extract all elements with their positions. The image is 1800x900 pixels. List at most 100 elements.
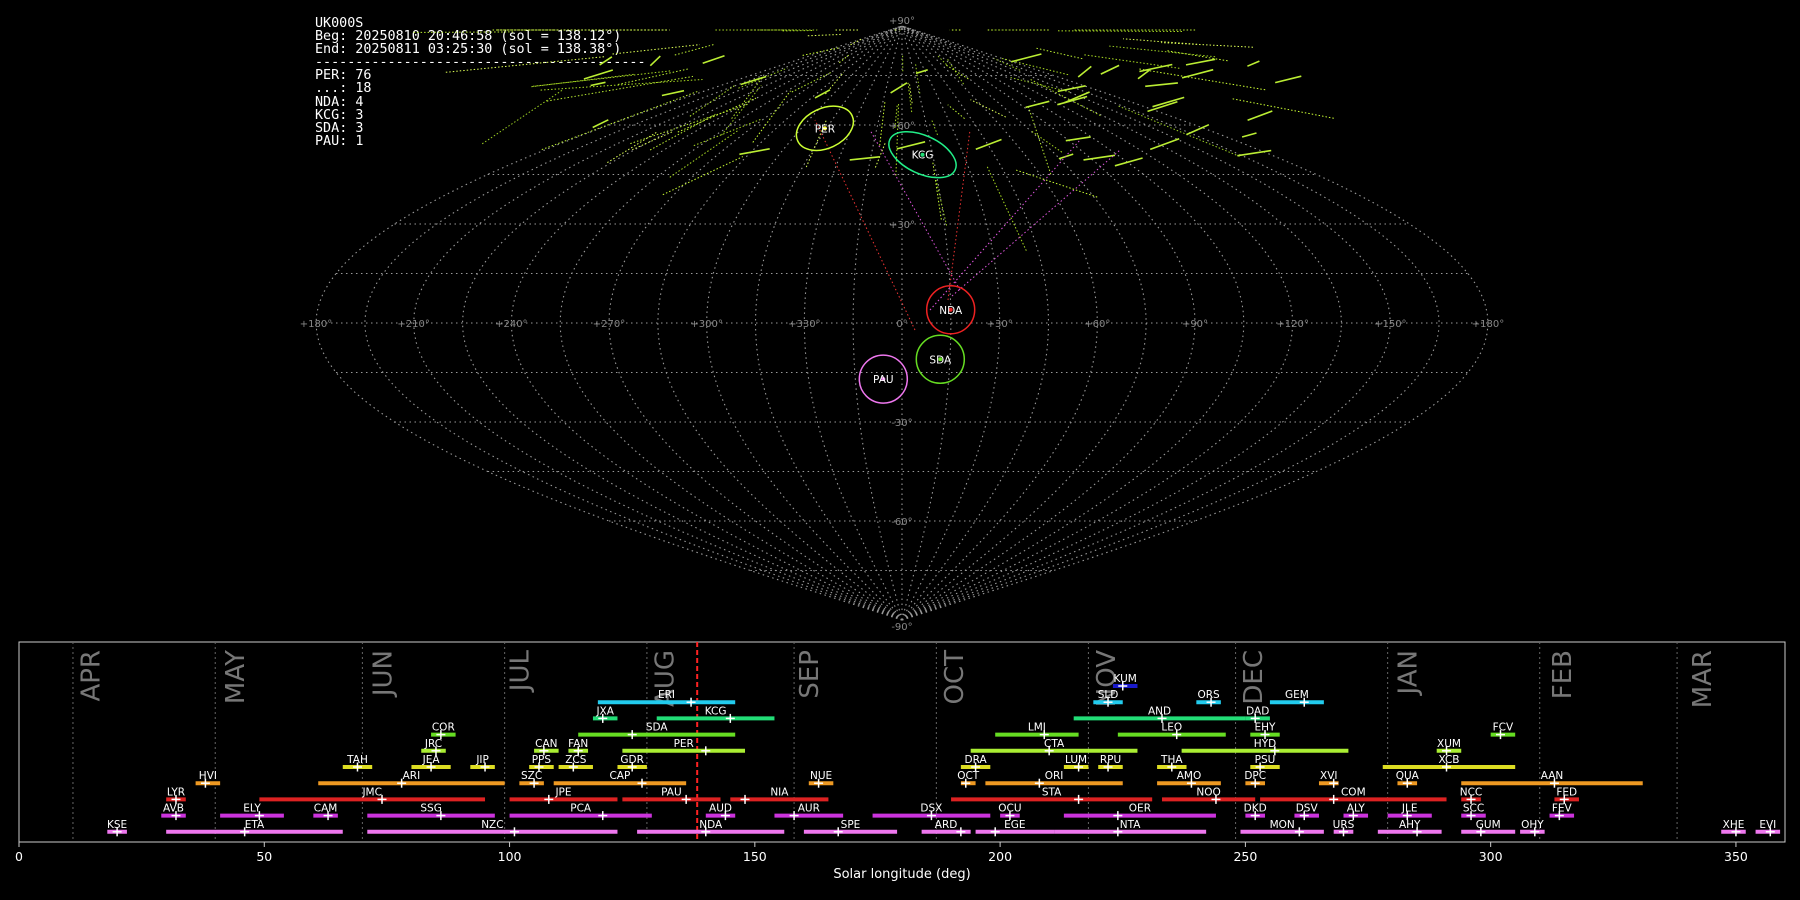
month-label: OCT	[940, 650, 970, 705]
shower-label: SCC	[1463, 803, 1484, 815]
shower-label: PPS	[532, 754, 552, 766]
lat-tick-label: -60°	[891, 517, 912, 528]
month-label: JUL	[506, 649, 536, 693]
meteor-trail	[970, 99, 1007, 118]
shower-label: MON	[1270, 819, 1295, 831]
shower-label: KUM	[1114, 673, 1137, 685]
shower-timeline: APR MAY JUN JUL AUG SEP OCT NOV DEC JAN FEB MARKUME…	[15, 641, 1786, 882]
meteor-trail	[540, 79, 703, 91]
meridian-line	[852, 25, 903, 621]
shower-label: AVB	[163, 803, 184, 815]
shower-label: ETA	[245, 819, 265, 831]
meteor-trail	[1030, 79, 1101, 116]
meteor-streak	[1057, 95, 1088, 106]
radiant-label: PER	[815, 123, 835, 135]
meteor-streak	[814, 89, 831, 99]
radiant-label: NDA	[939, 305, 963, 317]
x-tick-label: 150	[743, 849, 767, 864]
meteor-trail	[879, 101, 886, 146]
sporadic-trail	[947, 129, 971, 301]
meteor-trail	[850, 38, 863, 46]
lon-tick-label: +90°	[1182, 319, 1208, 330]
meteor-streak	[890, 82, 908, 94]
shower-label: SDA	[646, 722, 669, 734]
meridian-line	[901, 25, 1440, 621]
lon-tick-label: +150°	[1374, 319, 1406, 330]
radiant-label: PAU	[873, 374, 894, 386]
shower-label: HYD	[1254, 738, 1276, 750]
shower-label: DAD	[1246, 705, 1269, 717]
meteor-streak	[661, 89, 685, 97]
lon-tick-label: +330°	[788, 319, 820, 330]
lon-tick-label: +180°	[1472, 319, 1504, 330]
meteor-trail	[1056, 30, 1183, 32]
shower-label: SPE	[841, 819, 861, 831]
meteor-streak	[740, 75, 767, 86]
shower-label: XUM	[1437, 738, 1461, 750]
shower-label: NCC	[1460, 786, 1483, 798]
meteor-trail	[874, 141, 887, 168]
meteor-streak	[599, 56, 613, 66]
lon-tick-label: +270°	[593, 319, 625, 330]
shower-label: JPE	[554, 786, 571, 798]
shower-label: JEA	[422, 754, 441, 766]
shower-label: JXA	[595, 705, 614, 717]
meteor-trail	[752, 90, 791, 143]
shower-label: FAN	[568, 738, 588, 750]
meteor-streak	[1025, 100, 1050, 109]
shower-label: AUD	[709, 803, 732, 815]
month-label: JAN	[1394, 650, 1424, 696]
shower-label: URS	[1333, 819, 1355, 831]
shower-label: ZCS	[565, 754, 587, 766]
x-tick-label: 100	[498, 849, 522, 864]
shower-label: GEM	[1285, 689, 1309, 701]
lat-tick-label: +90°	[889, 16, 915, 27]
lon-tick-label: +210°	[397, 319, 429, 330]
meteor-trail	[1000, 57, 1069, 76]
shower-label: XVI	[1320, 770, 1337, 782]
meteor-trail	[612, 44, 700, 55]
meteor-trail	[649, 113, 716, 151]
shower-label: DPC	[1244, 770, 1266, 782]
shower-label: DRA	[965, 754, 988, 766]
meteor-trail	[693, 118, 763, 147]
meteor-trail	[617, 68, 689, 85]
meteor-streak	[1275, 75, 1302, 84]
meteor-trail	[677, 97, 757, 133]
meteor-trail	[674, 44, 715, 56]
shower-label: CAM	[314, 803, 338, 815]
shower-label: FEV	[1552, 803, 1573, 815]
meteor-trail	[413, 31, 516, 33]
shower-label: KCG	[705, 705, 727, 717]
shower-label: FED	[1556, 786, 1577, 798]
meteor-trail	[689, 84, 736, 117]
radiant-label: KCG	[912, 150, 934, 162]
meteor-streak	[702, 55, 725, 65]
meteor-trail	[541, 90, 700, 151]
shower-label: DSX	[920, 803, 942, 815]
meteor-streak	[1077, 65, 1092, 78]
radiant-label: SDA	[929, 354, 952, 366]
meteor-trail	[807, 33, 842, 37]
shower-label: LUM	[1065, 754, 1087, 766]
month-label: MAR	[1688, 650, 1718, 708]
lon-tick-label: +30°	[987, 319, 1013, 330]
x-tick-label: 0	[15, 849, 23, 864]
lat-tick-label: +60°	[889, 121, 915, 132]
shower-label: TAH	[346, 754, 368, 766]
meteor-trail	[907, 82, 913, 113]
meteor-streak	[1237, 149, 1272, 157]
shower-label: SLD	[1098, 689, 1119, 701]
sporadic-trail	[929, 139, 1081, 311]
shower-label: NUE	[810, 770, 832, 782]
shower-label: GDR	[620, 754, 644, 766]
lat-tick-label: -30°	[891, 418, 912, 429]
shower-label: AMO	[1177, 770, 1202, 782]
x-axis-label: Solar longitude (deg)	[833, 867, 970, 882]
shower-label: CAP	[609, 770, 630, 782]
shower-label: PER	[674, 738, 694, 750]
shower-label: ERI	[658, 689, 675, 701]
shower-label: ARI	[403, 770, 421, 782]
shower-label: NZC	[481, 819, 503, 831]
meteor-streak	[849, 156, 880, 161]
